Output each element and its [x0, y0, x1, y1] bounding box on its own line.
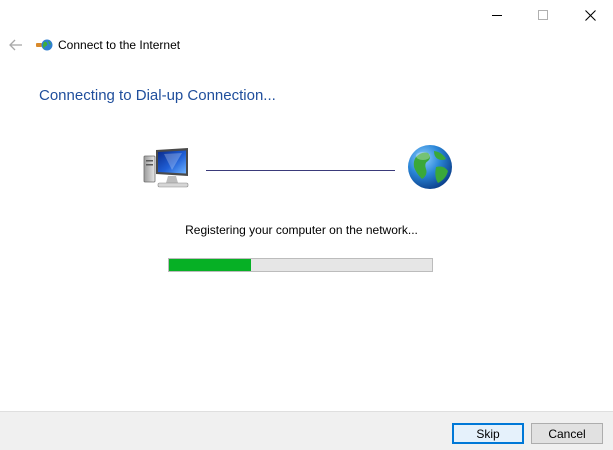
globe-icon	[408, 145, 452, 189]
maximize-icon	[538, 10, 548, 20]
back-button[interactable]	[6, 36, 26, 54]
maximize-button[interactable]	[520, 0, 566, 30]
skip-button[interactable]: Skip	[452, 423, 524, 444]
connect-window: Connect to the Internet Connecting to Di…	[0, 0, 613, 450]
dialog-footer: Skip Cancel	[0, 411, 613, 450]
minimize-icon	[492, 15, 502, 16]
progress-bar	[168, 258, 433, 272]
progress-bar-fill	[169, 259, 251, 271]
close-button[interactable]	[567, 0, 613, 30]
internet-connection-icon	[36, 39, 53, 51]
computer-icon	[143, 148, 189, 188]
close-icon	[584, 9, 596, 21]
back-arrow-icon	[9, 39, 22, 51]
page-heading: Connecting to Dial-up Connection...	[39, 87, 276, 104]
minimize-button[interactable]	[474, 0, 520, 30]
status-text: Registering your computer on the network…	[185, 223, 418, 237]
connection-line	[206, 170, 395, 171]
cancel-button[interactable]: Cancel	[531, 423, 603, 444]
window-title: Connect to the Internet	[58, 38, 181, 52]
